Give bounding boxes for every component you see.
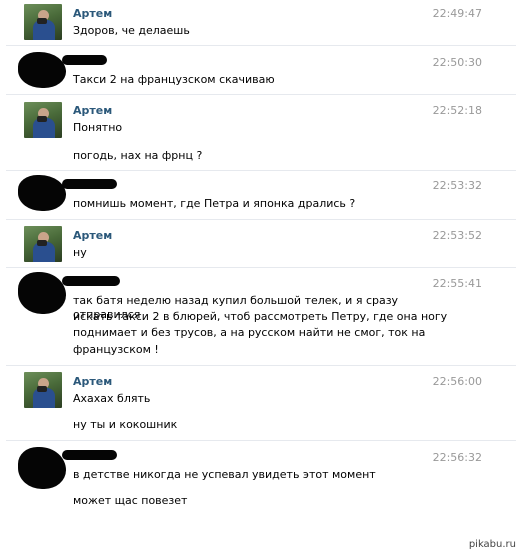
avatar xyxy=(18,175,68,213)
author-name[interactable]: Артем xyxy=(73,375,112,388)
message-text: Такси 2 на французском скачиваю xyxy=(73,73,275,86)
author-name[interactable]: Артем xyxy=(73,104,112,117)
separator xyxy=(6,365,516,366)
message-text: поднимает и без трусов, а на русском най… xyxy=(73,326,426,339)
avatar xyxy=(18,447,68,491)
timestamp: 22:53:52 xyxy=(432,229,482,242)
author-name[interactable]: Артем xyxy=(73,229,112,242)
separator xyxy=(6,170,516,171)
author-name[interactable]: Артем xyxy=(73,7,112,20)
message-text: Здоров, че делаешь xyxy=(73,24,190,37)
message-text: помнишь момент, где Петра и японка драли… xyxy=(73,197,356,210)
timestamp: 22:56:00 xyxy=(432,375,482,388)
censored-name xyxy=(62,276,120,286)
avatar xyxy=(18,272,68,316)
avatar[interactable] xyxy=(24,4,62,40)
separator xyxy=(6,219,516,220)
message-text: может щас повезет xyxy=(73,494,188,507)
timestamp: 22:56:32 xyxy=(432,451,482,464)
avatar[interactable] xyxy=(24,102,62,138)
message-text: ну ты и кокошник xyxy=(73,418,178,431)
censored-name xyxy=(62,450,117,460)
separator xyxy=(6,45,516,46)
timestamp: 22:53:32 xyxy=(432,179,482,192)
message-text: погодь, нах на фрнц ? xyxy=(73,149,203,162)
separator xyxy=(6,440,516,441)
avatar[interactable] xyxy=(24,226,62,262)
message-text: Ахахах блять xyxy=(73,392,151,405)
timestamp: 22:52:18 xyxy=(432,104,482,117)
message-text: искать такси 2 в блюрей, чтоб рассмотрет… xyxy=(73,310,448,323)
timestamp: 22:50:30 xyxy=(432,56,482,69)
avatar[interactable] xyxy=(24,372,62,408)
censored-name xyxy=(62,179,117,189)
censored-name xyxy=(62,55,107,65)
message-text: французском ! xyxy=(73,343,159,356)
timestamp: 22:49:47 xyxy=(432,7,482,20)
separator xyxy=(6,267,516,268)
timestamp: 22:55:41 xyxy=(432,277,482,290)
message-text: ну xyxy=(73,246,87,259)
avatar xyxy=(18,52,68,90)
message-text: Понятно xyxy=(73,121,123,134)
separator xyxy=(6,94,516,95)
watermark: pikabu.ru xyxy=(468,539,516,550)
message-text: в детстве никогда не успевал увидеть это… xyxy=(73,468,376,481)
